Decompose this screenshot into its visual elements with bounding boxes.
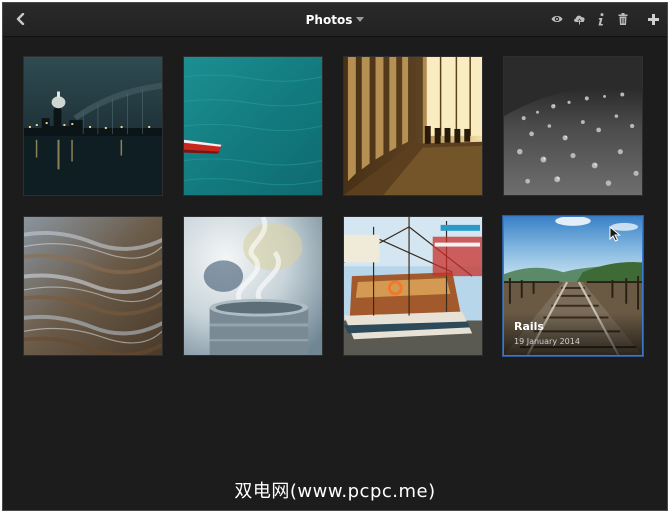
water-texture-image <box>24 217 162 355</box>
steaming-cup-image <box>184 217 322 355</box>
photo-thumbnail-sailboats[interactable] <box>343 216 483 356</box>
wet-surface-image <box>504 57 642 195</box>
mouse-pointer-icon <box>609 226 621 242</box>
plus-icon <box>647 13 659 25</box>
info-button[interactable] <box>593 9 609 29</box>
boat-water-image <box>184 57 322 195</box>
trash-icon <box>618 13 628 25</box>
photo-app-window: Photos Rails 19 January 2014 双电网(www.pcp… <box>2 2 668 511</box>
album-title-dropdown[interactable]: Photos <box>306 13 365 27</box>
cloud-upload-icon <box>573 15 585 24</box>
caret-down-icon <box>356 16 365 22</box>
delete-button[interactable] <box>615 9 631 29</box>
eye-icon <box>551 16 563 22</box>
watermark-text: 双电网(www.pcpc.me) <box>234 481 436 502</box>
top-toolbar: Photos <box>3 3 667 37</box>
photo-thumbnail-sepia-interior[interactable] <box>343 56 483 196</box>
city-night-image <box>24 57 162 195</box>
photo-thumbnail-boat-water[interactable] <box>183 56 323 196</box>
page-title: Photos <box>305 12 353 27</box>
photo-thumbnail-water-texture[interactable] <box>23 216 163 356</box>
photo-thumbnail-steaming-cup[interactable] <box>183 216 323 356</box>
toolbar-actions <box>549 9 661 29</box>
upload-button[interactable] <box>571 9 587 29</box>
chevron-left-icon <box>16 13 25 25</box>
sepia-interior-image <box>344 57 482 195</box>
photo-thumbnail-city-night[interactable] <box>23 56 163 196</box>
view-button[interactable] <box>549 9 565 29</box>
photo-thumbnail-wet-surface[interactable] <box>503 56 643 196</box>
add-photo-button[interactable] <box>645 9 661 29</box>
railway-tracks-image <box>504 217 642 355</box>
photo-grid: Rails 19 January 2014 <box>23 56 643 356</box>
photo-thumbnail-rails[interactable]: Rails 19 January 2014 <box>503 216 643 356</box>
info-icon <box>598 12 604 25</box>
back-button[interactable] <box>11 9 31 29</box>
sailboats-image <box>344 217 482 355</box>
